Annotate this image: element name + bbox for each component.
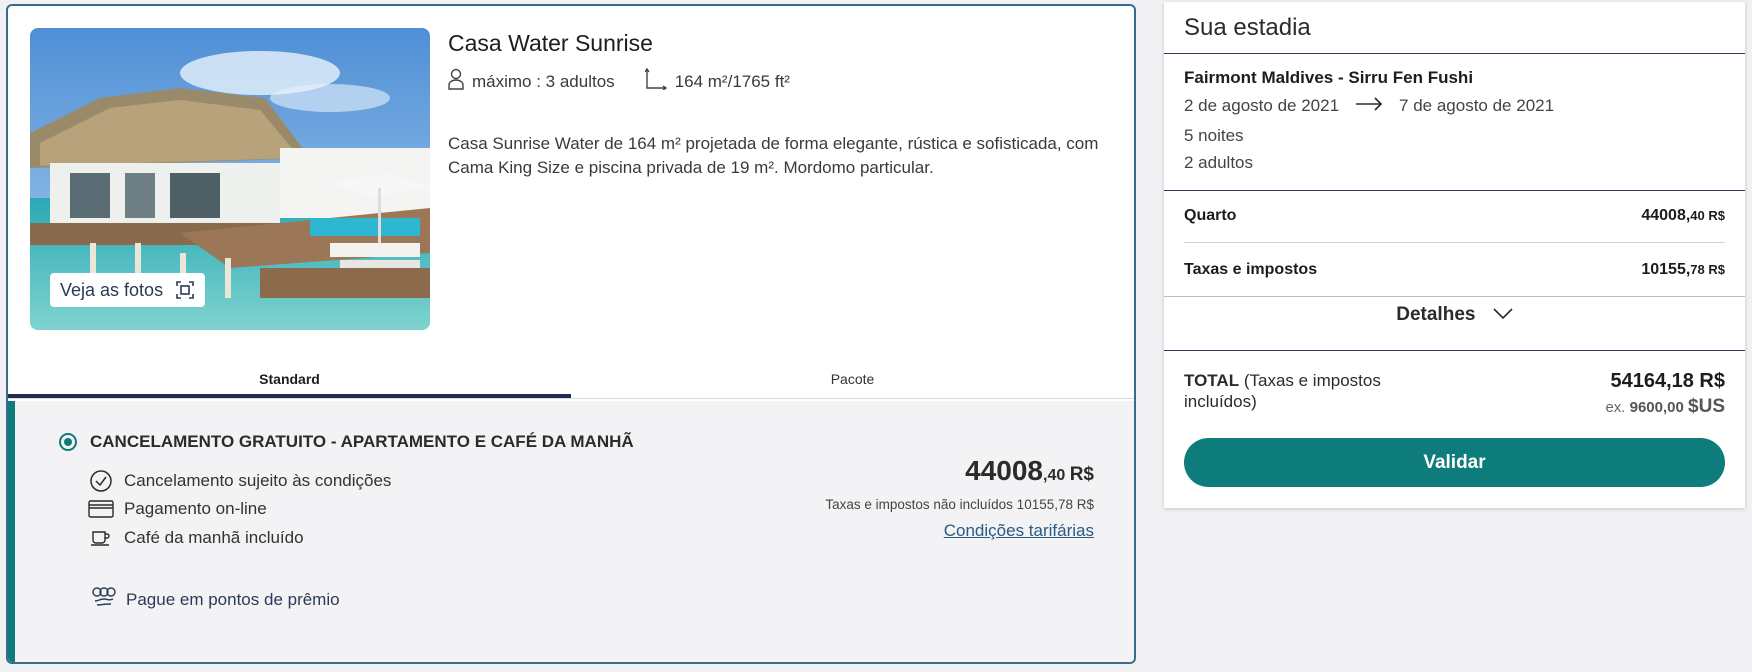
rate-radio[interactable]: [59, 433, 77, 451]
room-meta: máximo : 3 adultos 164 m²/1765 ft²: [448, 67, 790, 95]
pay-with-points-label: Pague em pontos de prêmio: [126, 589, 340, 609]
room-capacity: máximo : 3 adultos: [472, 71, 615, 91]
view-photos-label: Veja as fotos: [60, 279, 164, 300]
divider: [1164, 350, 1745, 351]
feature-label: Café da manhã incluído: [124, 528, 304, 547]
details-label: Detalhes: [1396, 304, 1476, 326]
checkout-date: 7 de agosto de 2021: [1399, 96, 1555, 115]
stay-dates: 2 de agosto de 2021 7 de agosto de 2021: [1184, 96, 1554, 116]
rate-price-int: 44008: [965, 455, 1043, 486]
rate-option: CANCELAMENTO GRATUITO - APARTAMENTO E CA…: [8, 401, 1134, 662]
room-photo[interactable]: Veja as fotos: [30, 28, 430, 330]
person-icon: [448, 68, 464, 95]
validate-button[interactable]: Validar: [1184, 438, 1725, 487]
feature-payment: Pagamento on-line: [88, 499, 267, 519]
tab-pacote[interactable]: Pacote: [571, 368, 1134, 398]
rate-taxes-note: Taxas e impostos não incluídos 10155,78 …: [825, 497, 1094, 512]
room-card: Veja as fotos Casa Water Sunrise máximo …: [6, 4, 1136, 664]
reward-points-icon: [92, 587, 116, 612]
feature-cancellation: Cancelamento sujeito às condições: [88, 469, 391, 493]
checkin-date: 2 de agosto de 2021: [1184, 96, 1340, 115]
stay-summary: Sua estadia Fairmont Maldives - Sirru Fe…: [1164, 2, 1745, 508]
chevron-down-icon: [1493, 304, 1513, 326]
taxes-line-value: 10155,78 R$: [1641, 261, 1725, 278]
total-label: TOTAL (Taxas e impostos incluídos): [1184, 371, 1381, 411]
room-title: Casa Water Sunrise: [448, 30, 653, 56]
divider: [1164, 53, 1745, 54]
arrow-right-icon: [1355, 96, 1383, 116]
feature-label: Cancelamento sujeito às condições: [124, 471, 392, 490]
rate-price: 44008,40 R$: [965, 455, 1094, 487]
tab-standard[interactable]: Standard: [8, 368, 571, 398]
details-toggle[interactable]: Detalhes: [1164, 304, 1745, 326]
room-line-value: 44008,40 R$: [1641, 207, 1725, 224]
rate-conditions-link[interactable]: Condições tarifárias: [944, 521, 1094, 541]
adults-count: 2 adultos: [1184, 153, 1253, 172]
total-value: 54164,18 R$: [1610, 370, 1725, 392]
taxes-line-label: Taxas e impostos: [1184, 261, 1318, 278]
expand-gallery-icon: [175, 280, 195, 300]
rate-name: CANCELAMENTO GRATUITO - APARTAMENTO E CA…: [90, 432, 634, 451]
summary-title: Sua estadia: [1184, 14, 1311, 41]
rate-price-currency: R$: [1069, 464, 1094, 485]
room-area: 164 m²/1765 ft²: [674, 71, 790, 91]
total-ex-value: ex. 9600,00 $US: [1605, 396, 1725, 417]
divider: [1184, 242, 1725, 243]
pay-with-points-link[interactable]: Pague em pontos de prêmio: [92, 587, 340, 612]
divider: [1164, 296, 1745, 297]
room-line-label: Quarto: [1184, 207, 1237, 224]
feature-label: Pagamento on-line: [124, 499, 267, 518]
feature-breakfast: Café da manhã incluído: [88, 528, 304, 548]
credit-card-icon: [88, 500, 114, 518]
coffee-cup-icon: [88, 529, 114, 547]
rate-price-dec: ,40: [1043, 467, 1066, 484]
nights-count: 5 noites: [1184, 126, 1244, 145]
clock-icon: [88, 469, 114, 493]
room-description: Casa Sunrise Water de 164 m² projetada d…: [448, 134, 1099, 177]
rate-tabs: Standard Pacote: [8, 368, 1134, 399]
divider: [1164, 190, 1745, 191]
hotel-name: Fairmont Maldives - Sirru Fen Fushi: [1184, 68, 1474, 87]
area-icon: [644, 67, 667, 95]
view-photos-button[interactable]: Veja as fotos: [50, 273, 206, 307]
